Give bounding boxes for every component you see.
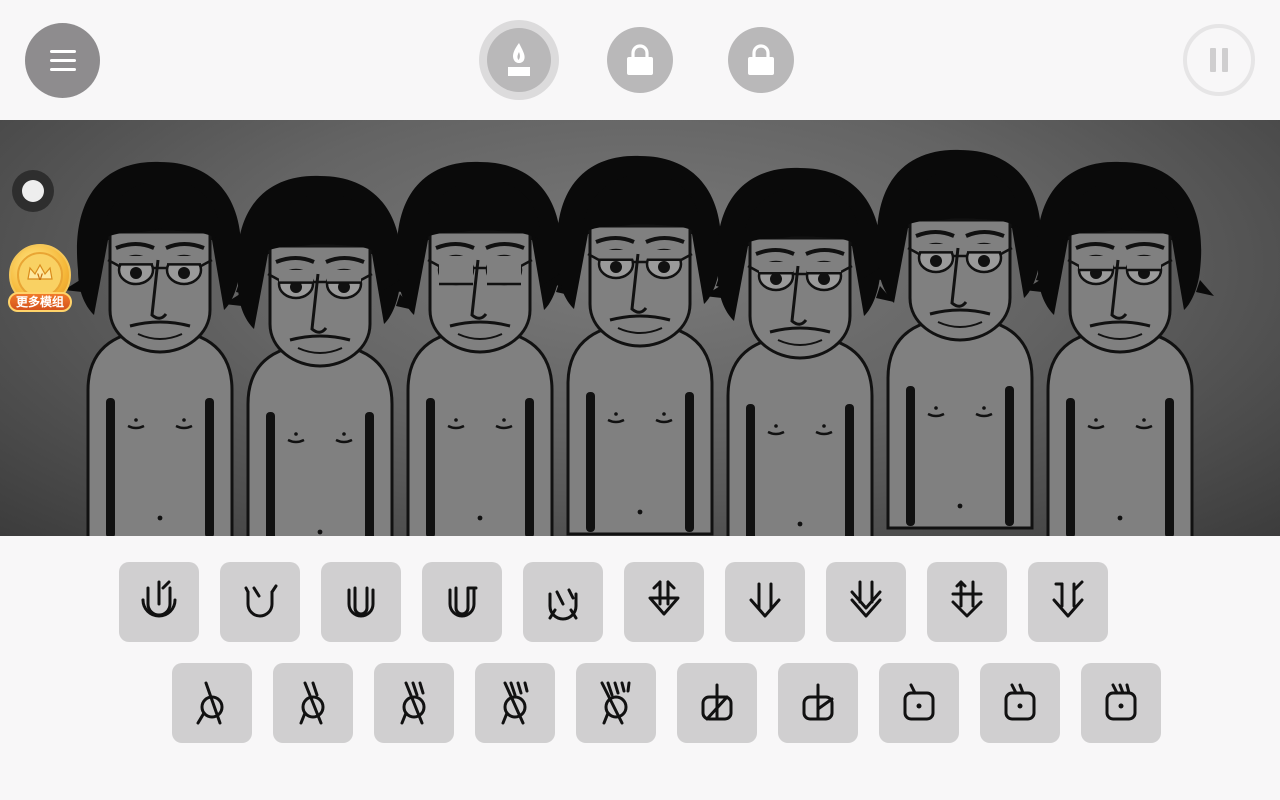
character-stage: V 更多模组 [0, 120, 1280, 536]
beat-5-icon [548, 588, 578, 621]
top-bar [0, 0, 1280, 120]
candle-icon [508, 43, 530, 76]
sound-pad-effect-3[interactable] [826, 562, 906, 642]
effect-4-icon [951, 580, 983, 618]
character-1[interactable] [64, 161, 254, 536]
voice-1-icon [701, 683, 733, 721]
effect-1-icon [648, 580, 680, 616]
voice-3-icon [903, 683, 935, 721]
character-6[interactable] [864, 149, 1054, 530]
more-mods-badge[interactable]: V 更多模组 [6, 244, 74, 318]
sound-pad-voice-1[interactable] [677, 663, 757, 743]
sound-pad-voice-4[interactable] [980, 663, 1060, 743]
voice-2-icon [802, 683, 834, 721]
sound-pad-melody-3[interactable] [374, 663, 454, 743]
melody-5-icon [600, 681, 631, 725]
sound-pad-effect-4[interactable] [927, 562, 1007, 642]
sound-pad-melody-4[interactable] [475, 663, 555, 743]
lock-icon [748, 44, 774, 75]
sound-pad-beat-2[interactable] [220, 562, 300, 642]
mode-candle-button[interactable] [479, 20, 559, 100]
effect-3-icon [850, 580, 882, 618]
sound-pad-beat-5[interactable] [523, 562, 603, 642]
mode-locked-button-2[interactable] [728, 27, 794, 93]
menu-button[interactable] [25, 23, 100, 98]
lock-icon [627, 44, 653, 75]
sound-pad-beat-3[interactable] [321, 562, 401, 642]
sound-pad-melody-1[interactable] [172, 663, 252, 743]
sound-pad-effect-1[interactable] [624, 562, 704, 642]
character-2[interactable] [224, 175, 414, 536]
sound-pad-effect-2[interactable] [725, 562, 805, 642]
character-5[interactable] [704, 167, 894, 536]
melody-1-icon [196, 681, 224, 725]
sound-pad-voice-5[interactable] [1081, 663, 1161, 743]
melody-2-icon [299, 681, 325, 725]
pause-button[interactable] [1183, 24, 1255, 96]
svg-text:V: V [37, 272, 43, 282]
effect-2-icon [749, 582, 781, 618]
beat-4-icon [448, 586, 478, 618]
hamburger-icon [49, 49, 76, 72]
sound-pad-voice-3[interactable] [879, 663, 959, 743]
sound-pad-melody-2[interactable] [273, 663, 353, 743]
record-button[interactable] [12, 170, 54, 212]
character-7[interactable] [1024, 161, 1214, 536]
sound-pad-beat-1[interactable] [119, 562, 199, 642]
sound-pad-voice-2[interactable] [778, 663, 858, 743]
melody-3-icon [400, 681, 426, 725]
effect-5-icon [1052, 580, 1084, 618]
characters-layer [64, 149, 1214, 536]
beat-2-icon [244, 584, 278, 618]
sound-pad-melody-5[interactable] [576, 663, 656, 743]
character-3[interactable] [384, 161, 574, 536]
sound-pad-effect-5[interactable] [1028, 562, 1108, 642]
melody-4-icon [501, 681, 529, 725]
pause-icon [1207, 48, 1231, 72]
voice-5-icon [1105, 683, 1137, 721]
beat-3-icon [347, 586, 375, 618]
more-mods-label: 更多模组 [8, 292, 72, 312]
character-4[interactable] [544, 155, 734, 536]
record-icon [22, 180, 44, 202]
mode-locked-button-1[interactable] [607, 27, 673, 93]
sound-pad-beat-4[interactable] [422, 562, 502, 642]
beat-1-icon [141, 580, 177, 618]
voice-4-icon [1004, 683, 1036, 721]
sound-pads [0, 536, 1280, 800]
